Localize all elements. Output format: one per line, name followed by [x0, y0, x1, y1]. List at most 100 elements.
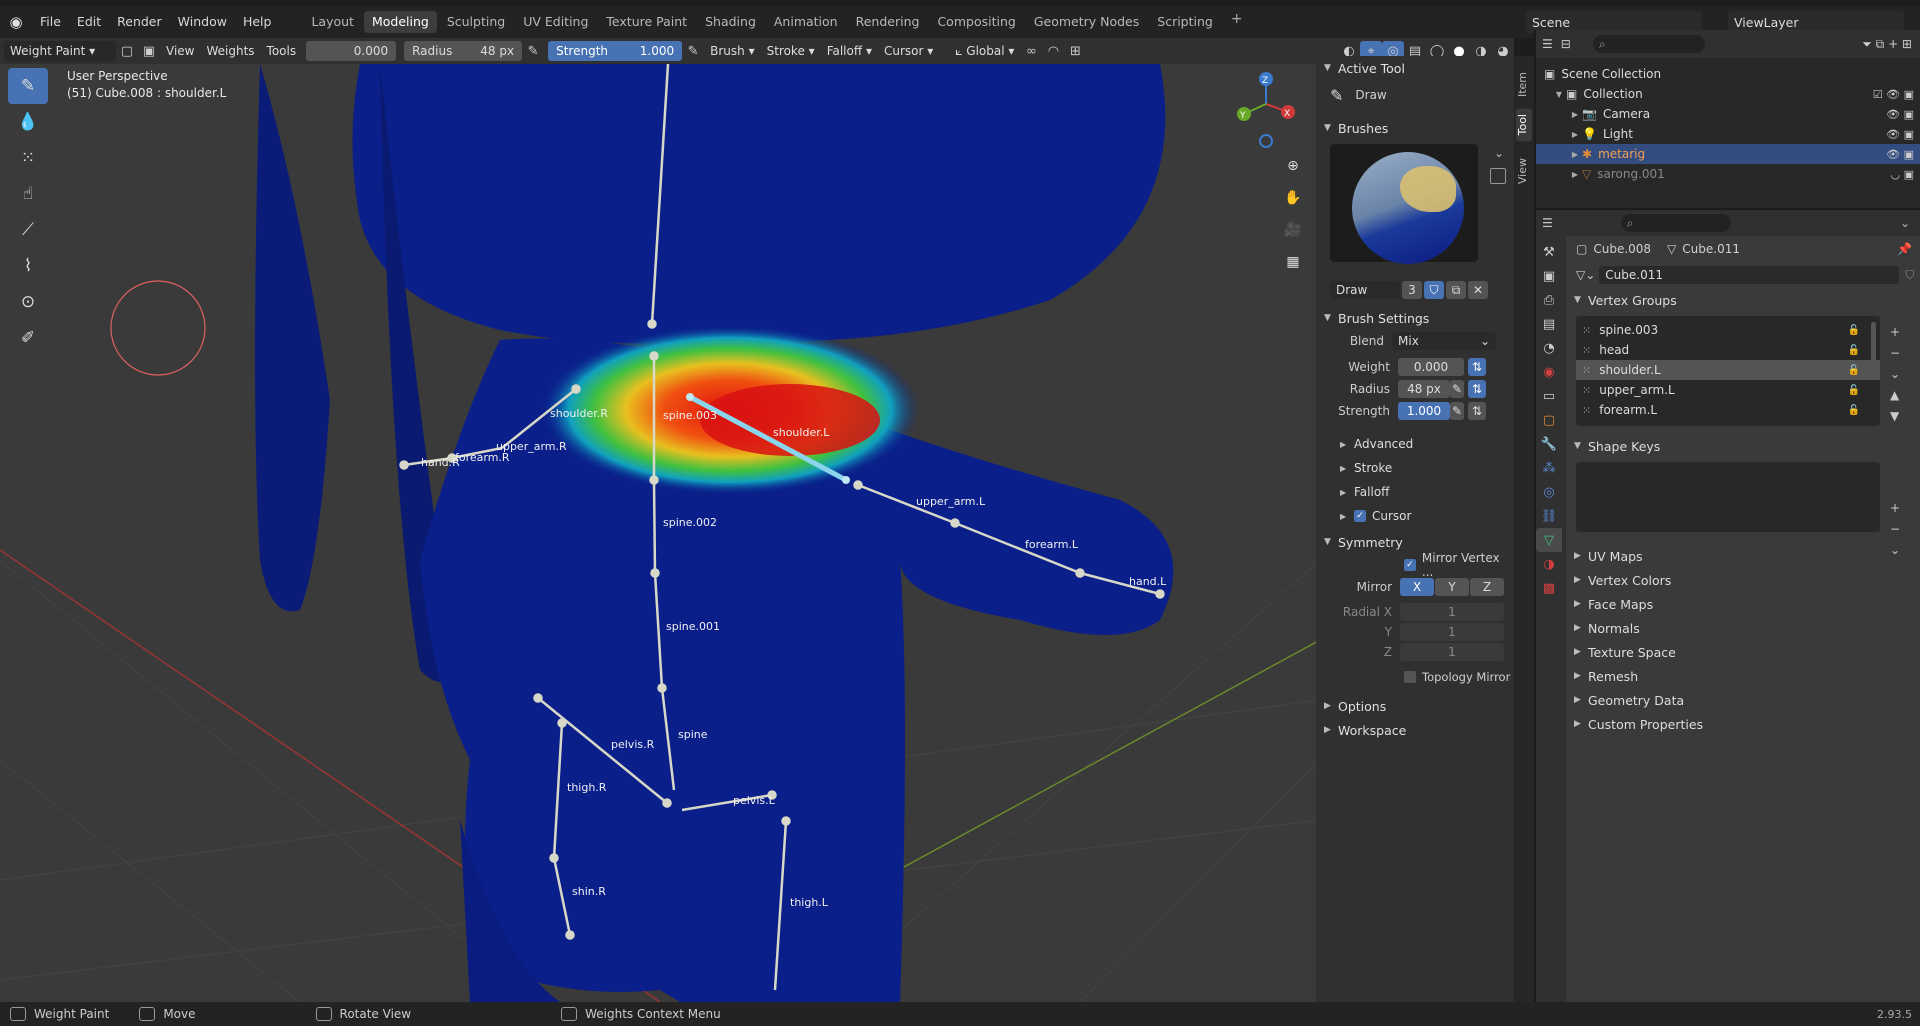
object-tab-icon[interactable]: ▢ — [1536, 408, 1562, 432]
strength-input[interactable]: 1.000 — [1398, 402, 1450, 420]
physics-tab-icon[interactable]: ◎ — [1536, 480, 1562, 504]
editor-type-icon[interactable]: ☰ — [1542, 216, 1553, 230]
sample-weight-icon[interactable]: ⌇ — [8, 248, 48, 284]
vertex-group-item[interactable]: ⁙ forearm.L 🔓 — [1576, 400, 1880, 420]
material-tab-icon[interactable]: ◑ — [1536, 552, 1562, 576]
brush-image-icon[interactable] — [1490, 168, 1506, 184]
radius-field[interactable]: Radius 48 px — [404, 41, 523, 61]
properties-search-input[interactable]: ⌕ — [1620, 214, 1731, 232]
pressure-radius-icon[interactable]: ✎ — [522, 41, 544, 61]
face-maps-section[interactable]: ▶ Face Maps — [1566, 592, 1920, 616]
blend-dropdown[interactable]: Mix ⌄ — [1392, 332, 1496, 350]
tab-view[interactable]: View — [1516, 152, 1532, 190]
stroke-menu[interactable]: Stroke ▾ — [761, 44, 821, 58]
tab-layout[interactable]: Layout — [303, 11, 362, 33]
outliner-item-metarig[interactable]: ▶ ✱ metarig 👁 ▣ — [1536, 144, 1920, 164]
remove-shape-key-icon[interactable]: − — [1890, 519, 1900, 540]
falloff-menu[interactable]: Falloff ▾ — [821, 44, 878, 58]
smear-brush-icon[interactable]: ☝ — [8, 176, 48, 212]
outliner-item-sarong[interactable]: ▶ ▽ sarong.001 ◡ ▣ — [1536, 164, 1920, 184]
active-tool-header[interactable]: ▼ Active Tool — [1316, 56, 1514, 80]
gradient-icon[interactable]: ⟋ — [8, 212, 48, 248]
cursor-checkbox[interactable]: ✓ — [1354, 510, 1366, 522]
average-brush-icon[interactable]: ⁙ — [8, 140, 48, 176]
lock-icon[interactable]: 🔓 — [1848, 325, 1860, 336]
chevron-down-icon[interactable]: ⌄ — [1900, 216, 1910, 230]
remove-vertex-group-icon[interactable]: − — [1890, 343, 1900, 364]
navigation-gizmo[interactable]: Z X Y — [1237, 72, 1295, 148]
pressure-strength-icon[interactable]: ✎ — [682, 41, 704, 61]
cursor-subpanel[interactable]: ▶ ✓ Cursor — [1316, 504, 1514, 528]
tab-tool[interactable]: Tool — [1516, 108, 1532, 142]
weights-menu[interactable]: Weights — [200, 44, 260, 58]
pan-hand-icon[interactable]: ✋ — [1279, 184, 1307, 212]
tool-tab-icon[interactable]: ⚒ — [1536, 240, 1562, 264]
duplicate-brush-icon[interactable]: ⧉ — [1446, 281, 1466, 299]
vertex-group-item[interactable]: ⁙ upper_arm.L 🔓 — [1576, 380, 1880, 400]
weight-pressure-icon[interactable]: ⇅ — [1468, 358, 1486, 376]
vertex-group-item-selected[interactable]: ⁙ shoulder.L 🔓 — [1576, 360, 1880, 380]
visibility-toggles[interactable]: ☑ 👁 ▣ — [1873, 88, 1914, 101]
radius-pen-icon[interactable]: ✎ — [1450, 380, 1464, 398]
texture-tab-icon[interactable]: ▩ — [1536, 576, 1562, 600]
tab-rendering[interactable]: Rendering — [848, 11, 928, 33]
mirror-vertex-checkbox[interactable]: ✓ — [1404, 559, 1416, 571]
add-vertex-group-icon[interactable]: + — [1890, 322, 1900, 343]
menu-file[interactable]: File — [32, 6, 69, 38]
orientation-selector[interactable]: ⟀ Global ▾ — [949, 44, 1020, 59]
output-tab-icon[interactable]: ⎙ — [1536, 288, 1562, 312]
draw-brush-icon[interactable]: ✎ — [8, 68, 48, 104]
mask-icon[interactable]: ▢ — [116, 41, 138, 61]
weight-input[interactable]: 0.000 — [1398, 358, 1464, 376]
display-mode-icon[interactable]: ⊟ — [1561, 37, 1571, 51]
tab-compositing[interactable]: Compositing — [929, 11, 1023, 33]
snap-icon[interactable]: ∞ — [1020, 41, 1042, 61]
fake-user-icon[interactable]: ⛉ — [1905, 268, 1914, 283]
move-up-icon[interactable]: ▲ — [1890, 385, 1900, 406]
mode-selector[interactable]: Weight Paint ▾ — [4, 41, 116, 61]
scene-tab-icon[interactable]: ◔ — [1536, 336, 1562, 360]
radial-y-input[interactable]: 1 — [1400, 623, 1504, 641]
expand-icon[interactable]: ▶ — [1568, 150, 1582, 159]
radial-x-input[interactable]: 1 — [1400, 603, 1504, 621]
camera-view-icon[interactable]: 🎥 — [1279, 216, 1307, 244]
lock-icon[interactable]: 🔓 — [1848, 385, 1860, 396]
expand-icon[interactable]: ▶ — [1568, 170, 1582, 179]
menu-help[interactable]: Help — [235, 6, 280, 38]
texture-space-section[interactable]: ▶ Texture Space — [1566, 640, 1920, 664]
mirror-x-toggle[interactable]: X — [1400, 578, 1434, 596]
filter-icon[interactable]: ⏷ ⧉ + ⊞ — [1862, 37, 1912, 52]
brush-thumbnail-frame[interactable] — [1330, 144, 1478, 264]
view-layer-tab-icon[interactable]: ▤ — [1536, 312, 1562, 336]
menu-edit[interactable]: Edit — [69, 6, 109, 38]
specials-menu-icon[interactable]: ⌄ — [1890, 364, 1900, 385]
pin-icon[interactable]: 📌 — [1897, 242, 1912, 256]
falloff-subpanel[interactable]: ▶ Falloff — [1316, 480, 1514, 504]
normals-section[interactable]: ▶ Normals — [1566, 616, 1920, 640]
vertex-group-item[interactable]: ⁙ spine.003 🔓 — [1576, 320, 1880, 340]
mesh-browse-icon[interactable]: ▽⌄ — [1576, 268, 1595, 282]
brush-dropdown-icon[interactable]: ⌄ — [1494, 146, 1504, 160]
tab-scripting[interactable]: Scripting — [1149, 11, 1221, 33]
visibility-toggles[interactable]: 👁 ▣ — [1886, 128, 1914, 141]
mirror-y-toggle[interactable]: Y — [1435, 578, 1469, 596]
advanced-subpanel[interactable]: ▶ Advanced — [1316, 432, 1514, 456]
custom-properties-section[interactable]: ▶ Custom Properties — [1566, 712, 1920, 736]
add-workspace-icon[interactable]: + — [1223, 11, 1251, 33]
3d-viewport[interactable]: shoulder.R upper_arm.R forearm.R hand.R … — [0, 64, 1320, 1002]
radius-input[interactable]: 48 px — [1398, 380, 1450, 398]
expand-icon[interactable]: ▶ — [1568, 110, 1582, 119]
shape-keys-list[interactable] — [1576, 462, 1880, 532]
shape-keys-header[interactable]: ▼ Shape Keys — [1566, 434, 1920, 458]
brush-users-count[interactable]: 3 — [1402, 281, 1422, 299]
annotate-icon[interactable]: ✐ — [8, 320, 48, 356]
lock-icon[interactable]: 🔓 — [1848, 365, 1860, 376]
symmetry-icon[interactable]: ⊞ — [1064, 41, 1086, 61]
move-down-icon[interactable]: ▼ — [1890, 406, 1900, 427]
tools-menu[interactable]: Tools — [261, 44, 303, 58]
view-menu[interactable]: View — [160, 44, 200, 58]
tab-geometry-nodes[interactable]: Geometry Nodes — [1026, 11, 1147, 33]
radius-pressure-icon[interactable]: ⇅ — [1468, 380, 1486, 398]
tab-uv-editing[interactable]: UV Editing — [515, 11, 596, 33]
remesh-section[interactable]: ▶ Remesh — [1566, 664, 1920, 688]
